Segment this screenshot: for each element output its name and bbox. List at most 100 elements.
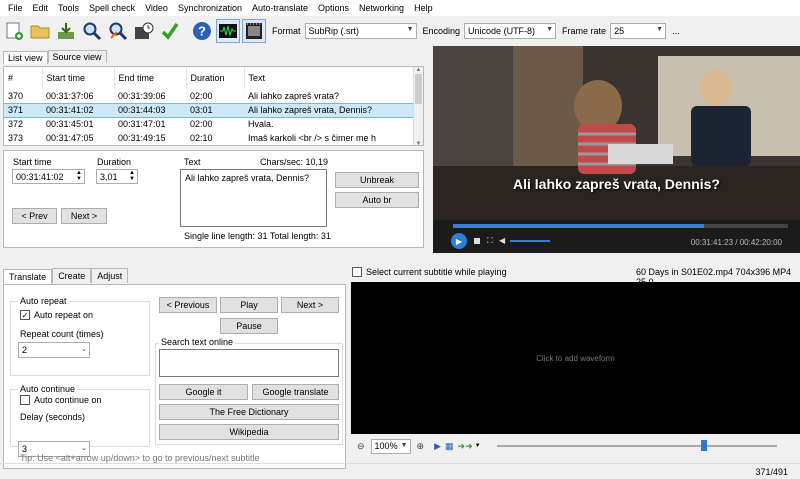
scroll-down-icon[interactable]: ▼ — [414, 141, 423, 145]
tab-source-view[interactable]: Source view — [47, 50, 107, 63]
previous-button[interactable]: < Previous — [159, 297, 217, 313]
player-controls: ▶ ⛶ ◀ 00:31:41:23 / 00:42:20:00 — [433, 220, 800, 253]
subtitle-text-area[interactable]: Ali lahko zapreš vrata, Dennis? — [180, 169, 327, 227]
replace-button[interactable] — [106, 19, 130, 43]
play-icon[interactable]: ▶ — [434, 441, 441, 452]
tab-adjust[interactable]: Adjust — [91, 268, 129, 283]
zoom-out-icon[interactable]: ⊖ — [357, 441, 365, 452]
grid-icon[interactable]: ▦ — [445, 441, 454, 452]
next-button[interactable]: Next > — [61, 208, 107, 224]
scrollbar-thumb[interactable] — [415, 74, 422, 104]
cell-text: Hvala. — [248, 119, 274, 130]
format-select[interactable]: SubRip (.srt) ▼ — [304, 23, 417, 39]
spell-check-button[interactable] — [158, 19, 182, 43]
toggle-video-button[interactable] — [242, 19, 266, 43]
table-row[interactable]: 370 00:31:37:06 00:31:39:06 02:00 Ali la… — [4, 89, 423, 103]
zoom-select[interactable]: 100% ▼ — [370, 438, 411, 454]
repeat-count-select[interactable]: 2 ⌄ — [18, 342, 90, 358]
slider-thumb[interactable] — [700, 440, 707, 451]
col-end-time[interactable]: End time — [114, 67, 187, 89]
video-player[interactable]: Ali lahko zapreš vrata, Dennis? ▶ ⛶ ◀ 00… — [433, 46, 800, 253]
menu-synchronization[interactable]: Synchronization — [173, 3, 247, 13]
seek-bar[interactable] — [453, 224, 788, 228]
magnifier-icon — [83, 22, 102, 41]
table-row[interactable]: 372 00:31:45:01 00:31:47:01 02:00 Hvala. — [4, 117, 423, 131]
google-it-button[interactable]: Google it — [159, 384, 248, 400]
pause-button[interactable]: Pause — [220, 318, 278, 334]
col-text[interactable]: Text — [244, 67, 423, 89]
volume-icon[interactable]: ◀ — [499, 236, 505, 245]
help-button[interactable]: ? — [190, 19, 214, 43]
cell-start: 00:31:37:06 — [46, 90, 94, 101]
wikipedia-button[interactable]: Wikipedia — [159, 424, 339, 440]
waveform-icon — [219, 24, 237, 38]
chevron-down-icon: ⌄ — [81, 445, 87, 452]
col-number[interactable]: # — [4, 67, 43, 89]
table-scrollbar[interactable]: ▲ ▼ — [413, 67, 423, 145]
checkmark-icon — [161, 23, 179, 40]
visual-sync-button[interactable] — [132, 19, 156, 43]
forward-arrows-icon[interactable]: ➜➜ — [458, 441, 473, 452]
google-translate-button[interactable]: Google translate — [252, 384, 339, 400]
auto-repeat-checkbox[interactable]: ✓ Auto repeat on — [20, 310, 93, 320]
menu-help[interactable]: Help — [409, 3, 438, 13]
scroll-up-icon[interactable]: ▲ — [414, 67, 423, 73]
next-subtitle-button[interactable]: Next > — [281, 297, 339, 313]
search-text-input[interactable] — [159, 349, 339, 377]
col-start-time[interactable]: Start time — [42, 67, 115, 89]
menu-bar: File Edit Tools Spell check Video Synchr… — [0, 0, 800, 16]
list-tabs: List view Source view — [3, 50, 107, 64]
cell-duration: 02:10 — [190, 133, 213, 143]
table-row[interactable]: 373 00:31:47:05 00:31:49:15 02:10 Imaš k… — [4, 131, 423, 145]
spinner-icon[interactable]: ▲ ▼ — [129, 170, 135, 182]
volume-slider[interactable] — [510, 240, 550, 242]
encoding-select[interactable]: Unicode (UTF-8) ▼ — [464, 23, 557, 39]
toggle-waveform-button[interactable] — [216, 19, 240, 43]
zoom-in-icon[interactable]: ⊕ — [417, 441, 425, 452]
menu-file[interactable]: File — [0, 3, 28, 13]
chevron-down-icon[interactable]: ▼ — [475, 443, 481, 449]
find-button[interactable] — [80, 19, 104, 43]
new-file-button[interactable] — [2, 19, 26, 43]
free-dictionary-button[interactable]: The Free Dictionary — [159, 404, 339, 420]
waveform-panel[interactable]: Click to add waveform — [351, 282, 800, 434]
play-icon[interactable]: ▶ — [451, 233, 467, 249]
waveform-position-slider[interactable] — [496, 440, 777, 451]
cell-start: 00:31:47:05 — [46, 133, 94, 143]
duration-input[interactable]: 3,01 ▲ ▼ — [96, 169, 138, 184]
menu-tools[interactable]: Tools — [53, 3, 84, 13]
open-folder-button[interactable] — [28, 19, 52, 43]
checkbox-checked-icon: ✓ — [20, 310, 30, 320]
menu-video[interactable]: Video — [140, 3, 173, 13]
fullscreen-icon[interactable]: ⛶ — [487, 236, 493, 246]
start-time-input[interactable]: 00:31:41:02 ▲ ▼ — [12, 169, 85, 184]
tab-translate[interactable]: Translate — [3, 269, 53, 284]
spinner-icon[interactable]: ▲ ▼ — [76, 170, 82, 182]
menu-edit[interactable]: Edit — [28, 3, 54, 13]
play-button[interactable]: Play — [220, 297, 278, 313]
auto-br-button[interactable]: Auto br — [335, 192, 419, 208]
video-subtitle: Ali lahko zapreš vrata, Dennis? — [513, 176, 720, 192]
unbreak-button[interactable]: Unbreak — [335, 172, 419, 188]
prev-button[interactable]: < Prev — [12, 208, 57, 224]
col-duration[interactable]: Duration — [186, 67, 245, 89]
cell-number: 370 — [8, 90, 24, 101]
select-while-playing-checkbox[interactable]: Select current subtitle while playing — [352, 267, 507, 277]
tab-list-view[interactable]: List view — [3, 51, 48, 64]
menu-auto-translate[interactable]: Auto-translate — [247, 3, 313, 13]
menu-spell-check[interactable]: Spell check — [84, 3, 140, 13]
framerate-select[interactable]: 25 ▼ — [610, 23, 667, 39]
menu-networking[interactable]: Networking — [354, 3, 409, 13]
replace-icon — [109, 22, 128, 41]
table-row-selected[interactable]: 371 00:31:41:02 00:31:44:03 03:01 Ali la… — [4, 102, 423, 118]
menu-options[interactable]: Options — [313, 3, 354, 13]
cell-end: 00:31:49:15 — [118, 133, 166, 143]
tab-create[interactable]: Create — [52, 268, 92, 283]
stop-icon[interactable] — [474, 238, 480, 244]
tip-text: Tip: Use <alt+arrow up/down> to go to pr… — [20, 453, 260, 463]
new-file-icon — [6, 22, 23, 40]
auto-continue-checkbox[interactable]: Auto continue on — [20, 395, 102, 405]
waveform-toolbar: ⊖ 100% ▼ ⊕ ▶ ▦ ➜➜ ▼ — [351, 436, 800, 456]
more-options[interactable]: ... — [672, 26, 680, 36]
save-button[interactable] — [54, 19, 78, 43]
